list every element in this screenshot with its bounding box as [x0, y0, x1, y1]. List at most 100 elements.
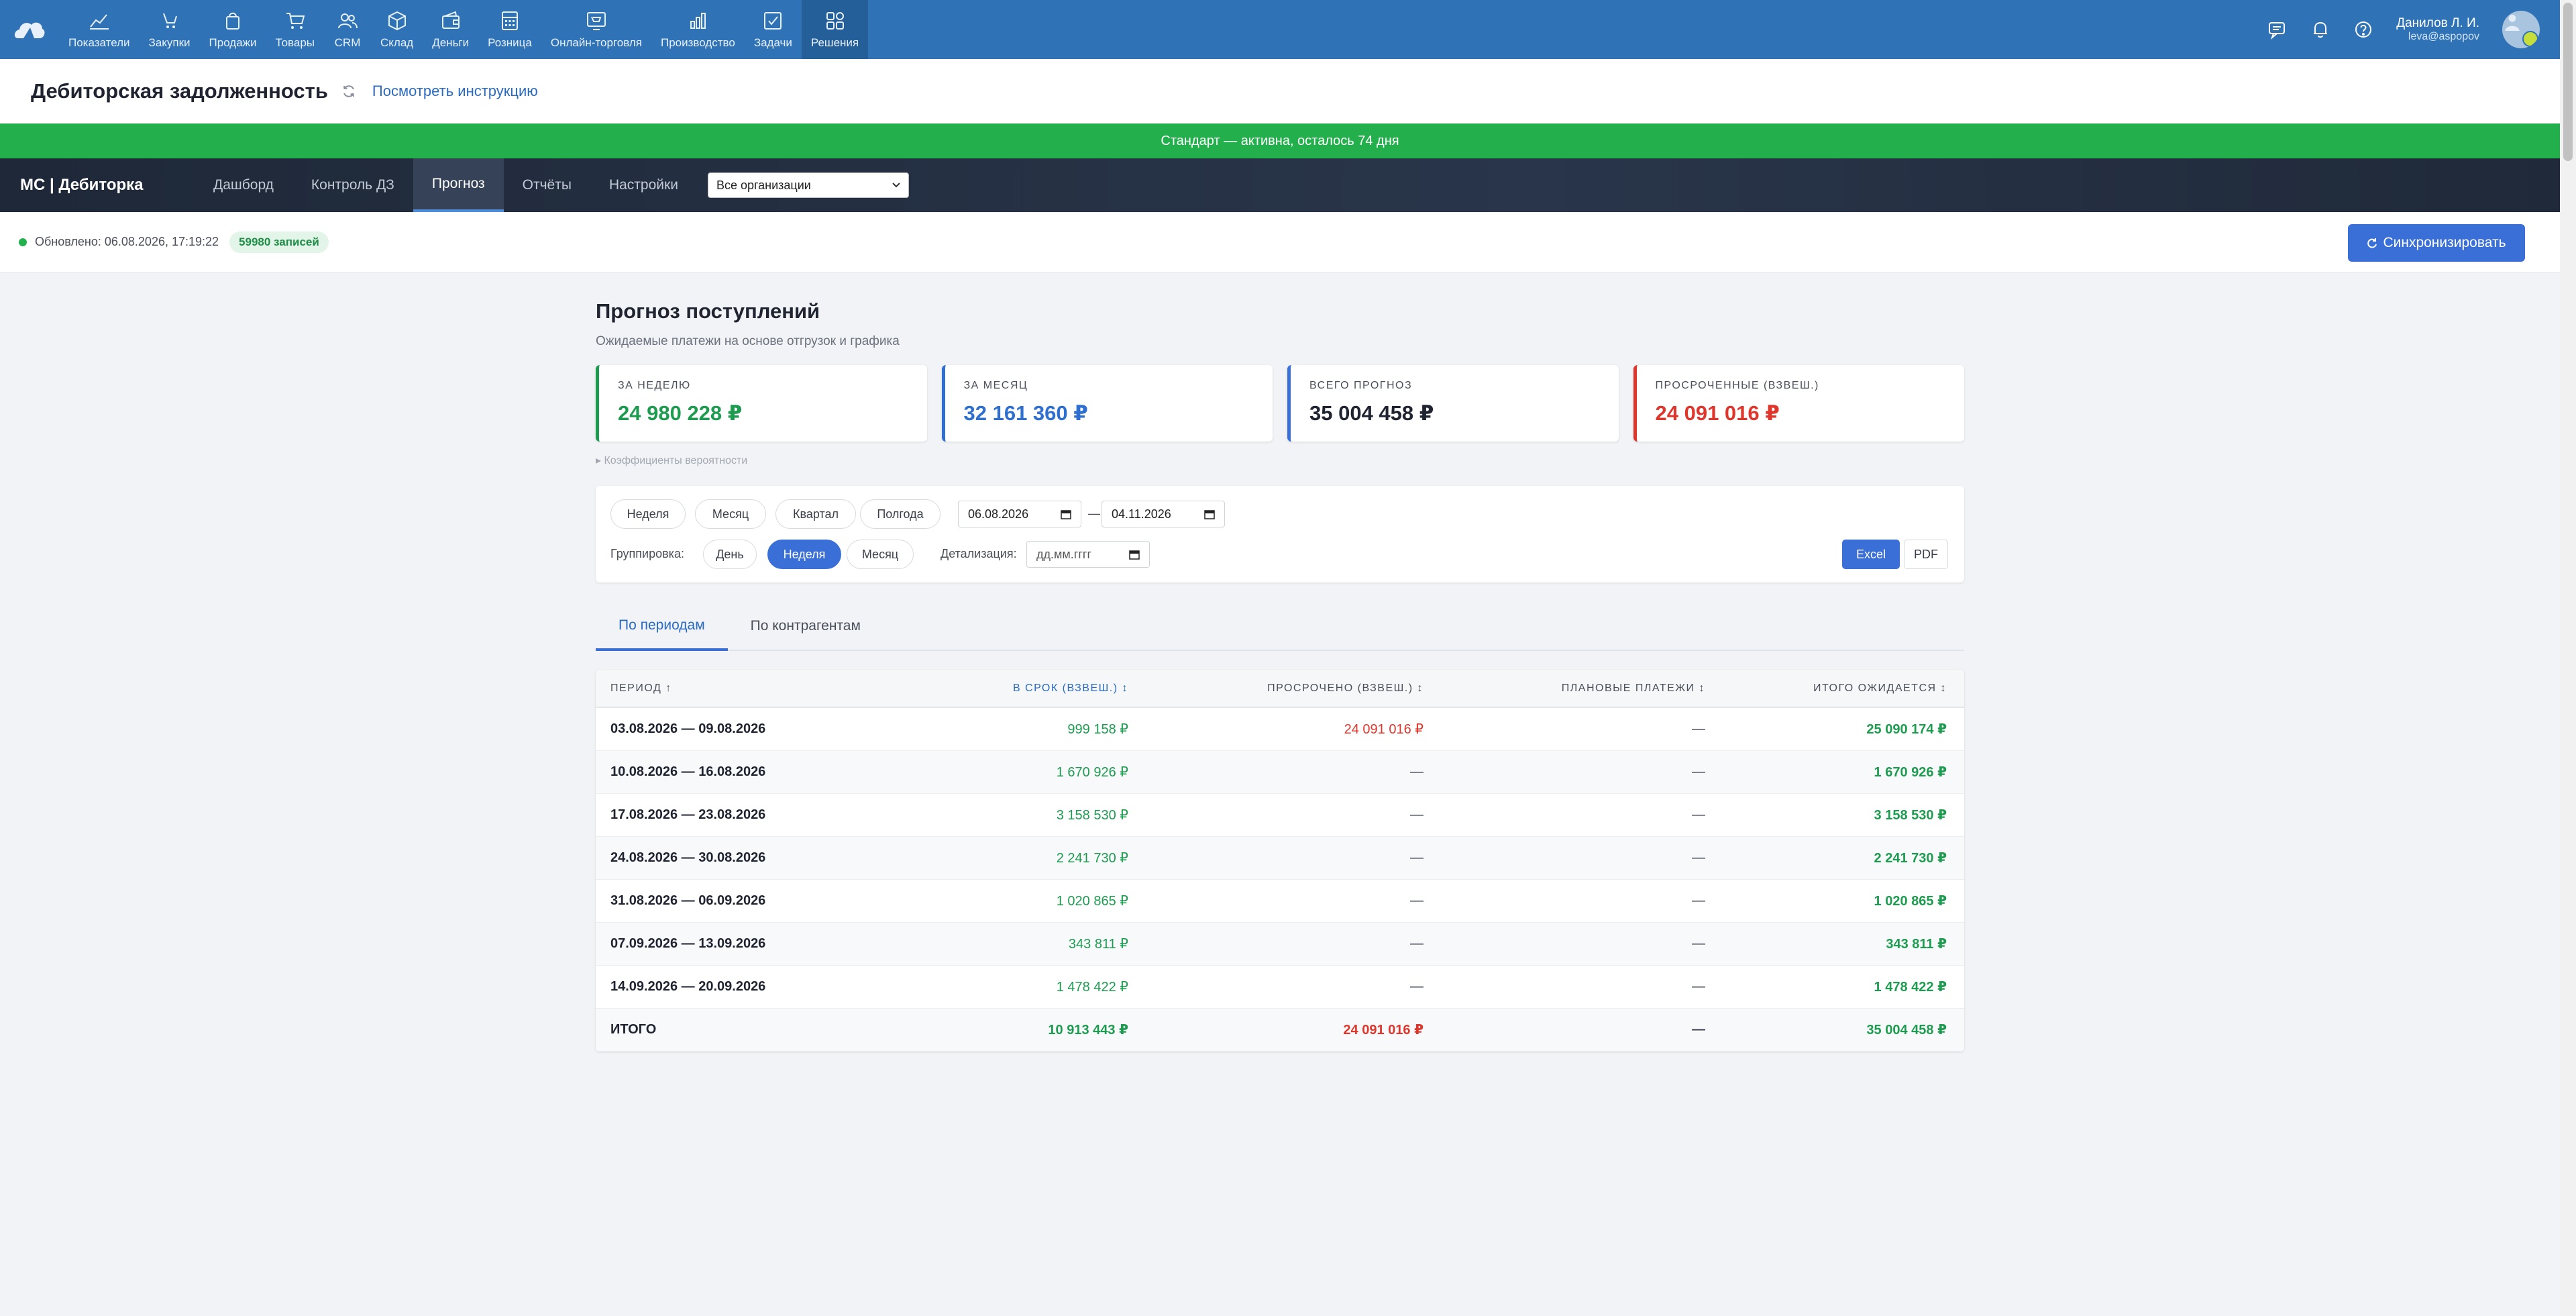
period-month-button[interactable]: Месяц: [695, 499, 766, 529]
user-info[interactable]: Данилов Л. И. leva@aspopov: [2396, 16, 2479, 43]
nav-item-grid[interactable]: Решения: [801, 0, 869, 59]
nav-item-cart[interactable]: Товары: [266, 0, 324, 59]
nav-item-label: Закупки: [148, 36, 191, 49]
tab-reports[interactable]: Отчёты: [504, 158, 590, 212]
purchase-icon: [162, 13, 177, 28]
register-icon: [502, 11, 518, 30]
kpi-card-total: ВСЕГО ПРОГНОЗ 35 004 458 ₽: [1287, 365, 1619, 442]
cell-planned: —: [1441, 879, 1723, 923]
top-navigation: Показатели Закупки Продажи Товары CRM Склад Де…: [0, 0, 2560, 59]
scrollbar-thumb[interactable]: [2563, 3, 2573, 161]
nav-item-box[interactable]: Склад: [371, 0, 423, 59]
table-row: 31.08.2026 — 06.09.2026 1 020 865 ₽ — —1 02…: [596, 879, 1964, 923]
group-month-button[interactable]: Месяц: [847, 540, 914, 569]
column-header-overdue[interactable]: ПРОСРОЧЕНО (ВЗВЕШ.) ↕: [1146, 670, 1441, 708]
cell-planned: —: [1441, 793, 1723, 837]
user-email: leva@aspopov: [2408, 30, 2479, 42]
cell-total: 1 020 865 ₽: [1723, 879, 1964, 923]
date-to-input[interactable]: 04.11.2026: [1102, 501, 1225, 527]
table-total-row: ИТОГО 10 913 443 ₽24 091 016 ₽ —35 004 458…: [596, 1008, 1964, 1052]
app-logo[interactable]: [0, 0, 59, 59]
calendar-icon: [1204, 510, 1215, 519]
period-week-button[interactable]: Неделя: [610, 499, 686, 529]
module-navigation: МС | Дебиторка Дашборд Контроль ДЗ Прогн…: [0, 158, 2560, 212]
kpi-value: 35 004 458 ₽: [1309, 401, 1434, 425]
detail-date-input[interactable]: дд.мм.гггг: [1026, 541, 1150, 568]
kpi-value: 24 980 228 ₽: [618, 401, 743, 425]
column-header-planned[interactable]: ПЛАНОВЫЕ ПЛАТЕЖИ ↕: [1441, 670, 1723, 708]
page-header: Дебиторская задолженность Посмотреть инс…: [0, 59, 2560, 123]
tab-settings[interactable]: Настройки: [590, 158, 697, 212]
nav-item-purchase[interactable]: Закупки: [140, 0, 200, 59]
kpi-cards: ЗА НЕДЕЛЮ 24 980 228 ₽ ЗА МЕСЯЦ 32 161 3…: [596, 365, 1964, 442]
table-row: 24.08.2026 — 30.08.2026 2 241 730 ₽ — —2 24…: [596, 836, 1964, 880]
nav-item-label: Задачи: [753, 36, 792, 49]
nav-item-register[interactable]: Розница: [478, 0, 541, 59]
tab-by-counterparties[interactable]: По контрагентам: [728, 603, 883, 650]
cell-overdue: 24 091 016 ₽: [1146, 1008, 1441, 1052]
export-pdf-button[interactable]: PDF: [1904, 540, 1948, 569]
probability-coefficients-toggle[interactable]: ▸ Коэффициенты вероятности: [596, 454, 1964, 467]
cell-overdue: —: [1146, 836, 1441, 880]
module-brand: МС | Дебиторка: [20, 176, 144, 194]
grouping-label: Группировка:: [610, 547, 684, 560]
online-store-icon: [586, 12, 606, 30]
sync-button[interactable]: Синхронизировать: [2348, 224, 2525, 262]
cart-icon: [286, 13, 305, 29]
instruction-link[interactable]: Посмотреть инструкцию: [372, 83, 538, 100]
kpi-label: ПРОСРОЧЕННЫЕ (ВЗВЕШ.): [1655, 380, 1819, 391]
nav-item-people[interactable]: CRM: [324, 0, 371, 59]
nav-item-task-check[interactable]: Задачи: [745, 0, 802, 59]
nav-item-bag[interactable]: Продажи: [200, 0, 266, 59]
export-excel-button[interactable]: Excel: [1842, 540, 1900, 569]
group-week-button[interactable]: Неделя: [767, 540, 841, 569]
kpi-card-overdue: ПРОСРОЧЕННЫЕ (ВЗВЕШ.) 24 091 016 ₽: [1633, 365, 1964, 442]
bell-icon[interactable]: [2310, 19, 2330, 40]
cell-on-time: 10 913 443 ₽: [877, 1008, 1146, 1052]
nav-item-wallet[interactable]: Деньги: [423, 0, 478, 59]
page-scrollbar[interactable]: [2560, 0, 2576, 1316]
task-check-icon: [764, 12, 782, 30]
nav-item-online-store[interactable]: Онлайн-торговля: [541, 0, 651, 59]
refresh-icon[interactable]: [341, 84, 356, 99]
tab-dashboard[interactable]: Дашборд: [195, 158, 292, 212]
cell-on-time: 2 241 730 ₽: [877, 836, 1146, 880]
records-badge: 59980 записей: [229, 231, 329, 253]
tab-forecast[interactable]: Прогноз: [413, 158, 504, 212]
cell-total: 25 090 174 ₽: [1723, 707, 1964, 751]
column-header-on-time[interactable]: В СРОК (ВЗВЕШ.) ↕: [877, 670, 1146, 708]
cell-total: 3 158 530 ₽: [1723, 793, 1964, 837]
date-from-input[interactable]: 06.08.2026: [958, 501, 1081, 527]
tab-ar-control[interactable]: Контроль ДЗ: [292, 158, 413, 212]
column-header-total[interactable]: ИТОГО ОЖИДАЕТСЯ ↕: [1723, 670, 1964, 708]
cell-overdue: —: [1146, 750, 1441, 794]
period-halfyear-button[interactable]: Полгода: [860, 499, 941, 529]
calendar-icon: [1129, 550, 1140, 560]
section-subtitle: Ожидаемые платежи на основе отгрузок и г…: [596, 334, 900, 348]
table-row: 03.08.2026 — 09.08.2026 999 158 ₽24 091 0…: [596, 707, 1964, 751]
bar-chart-icon: [690, 13, 706, 29]
tab-by-periods[interactable]: По периодам: [596, 603, 728, 651]
help-icon[interactable]: [2353, 19, 2373, 40]
nav-item-label: Решения: [810, 36, 859, 49]
nav-item-label: CRM: [334, 36, 361, 49]
cell-period: 10.08.2026 — 16.08.2026: [596, 750, 877, 794]
kpi-card-month: ЗА МЕСЯЦ 32 161 360 ₽: [941, 365, 1273, 442]
cell-on-time: 1 020 865 ₽: [877, 879, 1146, 923]
nav-item-label: Продажи: [209, 36, 257, 49]
subscription-text: Стандарт — активна, осталось 74 дня: [1161, 133, 1399, 148]
chat-icon[interactable]: [2267, 19, 2288, 40]
date-from-value: 06.08.2026: [968, 507, 1029, 521]
nav-item-bar-chart[interactable]: Производство: [651, 0, 745, 59]
cell-on-time: 1 670 926 ₽: [877, 750, 1146, 794]
cell-overdue: —: [1146, 879, 1441, 923]
calendar-icon: [1061, 510, 1071, 519]
organization-select[interactable]: Все организации: [707, 172, 909, 198]
avatar[interactable]: [2502, 11, 2540, 48]
forecast-table: ПЕРИОД ↑ В СРОК (ВЗВЕШ.) ↕ ПРОСРОЧЕНО (В…: [596, 670, 1964, 1052]
nav-item-chart-line[interactable]: Показатели: [59, 0, 140, 59]
period-quarter-button[interactable]: Квартал: [775, 499, 856, 529]
table-row: 07.09.2026 — 13.09.2026 343 811 ₽ — —343 81…: [596, 922, 1964, 966]
group-day-button[interactable]: День: [703, 540, 757, 569]
column-header-period[interactable]: ПЕРИОД ↑: [596, 670, 877, 708]
